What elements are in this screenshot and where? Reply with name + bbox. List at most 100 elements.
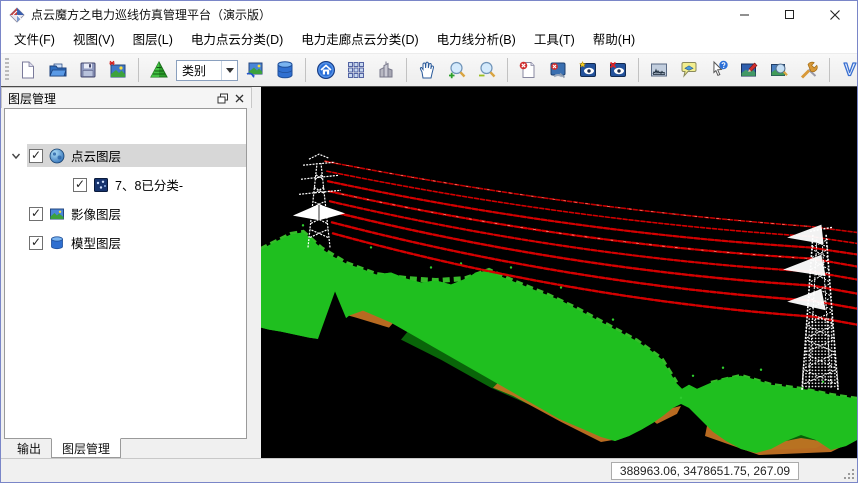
tree-row-pointcloud-layer[interactable]: 点云图层 (5, 141, 246, 170)
wrench-settings-button[interactable] (796, 57, 822, 83)
model-layer-icon (49, 235, 65, 251)
classified-dataset-checkbox[interactable] (73, 178, 87, 192)
float-window-icon (217, 93, 229, 104)
layer-panel-header: 图层管理 (1, 87, 252, 108)
profile-chart-icon (649, 60, 669, 80)
zoom-in-button[interactable] (444, 57, 470, 83)
pan-hand-button[interactable] (414, 57, 440, 83)
tree-row-classified-dataset[interactable]: 7、8已分类- (5, 170, 246, 199)
menu-view[interactable]: 视图(V) (64, 28, 124, 53)
layer-panel-title: 图层管理 (8, 90, 215, 107)
zoom-in-icon (447, 60, 467, 80)
toolbar-separator (406, 58, 407, 82)
tree-row-model-layer[interactable]: 模型图层 (5, 228, 246, 257)
toolbar-separator (507, 58, 508, 82)
search-image-icon (769, 60, 789, 80)
menu-bar: 文件(F) 视图(V) 图层(L) 电力点云分类(D) 电力走廊点云分类(D) … (1, 28, 857, 54)
app-window: 点云魔方之电力巡线仿真管理平台（演示版） 文件(F) 视图(V) 图层(L) 电… (0, 0, 858, 483)
window-controls (722, 1, 857, 28)
home-view-button[interactable] (313, 57, 339, 83)
title-bar: 点云魔方之电力巡线仿真管理平台（演示版） (1, 1, 857, 28)
lidar-pyramid-button[interactable] (146, 57, 172, 83)
tree-row-image-layer[interactable]: 影像图层 (5, 199, 246, 228)
show-layer-button[interactable] (575, 57, 601, 83)
category-dropdown-arrow[interactable] (221, 61, 237, 80)
image-layer-label: 影像图层 (71, 204, 121, 223)
layer-tree: 点云图层 7、8已 (4, 108, 247, 439)
model-layer-checkbox[interactable] (29, 236, 43, 250)
category-dropdown-value: 类别 (177, 62, 221, 79)
classify-tools-icon (548, 60, 568, 80)
main-area: 图层管理 (1, 87, 857, 458)
pointcloud-layer-checkbox[interactable] (29, 149, 43, 163)
pan-hand-icon (417, 60, 437, 80)
database-button[interactable] (272, 57, 298, 83)
classify-tools-button[interactable] (545, 57, 571, 83)
menu-file[interactable]: 文件(F) (5, 28, 64, 53)
edit-image-button[interactable] (736, 57, 762, 83)
viewport-3d[interactable] (261, 87, 857, 458)
new-file-icon (18, 60, 38, 80)
database-icon (275, 60, 295, 80)
remove-page-button[interactable] (515, 57, 541, 83)
v-logo-button[interactable] (837, 57, 858, 83)
profile-chart-button[interactable] (646, 57, 672, 83)
tab-layer-management[interactable]: 图层管理 (51, 438, 121, 458)
pointcloud-scene (261, 87, 857, 458)
image-layer-checkbox[interactable] (29, 207, 43, 221)
expand-chevron-icon[interactable] (5, 150, 27, 162)
panel-float-button[interactable] (215, 90, 231, 106)
maximize-button[interactable] (767, 1, 812, 28)
close-button[interactable] (812, 1, 857, 28)
open-file-icon (48, 60, 68, 80)
lidar-pyramid-icon (149, 60, 169, 80)
toolbar-separator (138, 58, 139, 82)
dock-tabs: 输出 图层管理 (1, 439, 252, 458)
save-button[interactable] (75, 57, 101, 83)
panel-splitter[interactable] (252, 87, 261, 458)
toolbar-grip[interactable] (5, 58, 9, 82)
search-image-button[interactable] (766, 57, 792, 83)
hide-layer-button[interactable] (605, 57, 631, 83)
v-logo-icon (840, 60, 858, 80)
zoom-out-button[interactable] (474, 57, 500, 83)
home-view-icon (316, 60, 336, 80)
close-icon (829, 9, 841, 21)
menu-layer[interactable]: 图层(L) (124, 28, 182, 53)
pointcloud-layer-label: 点云图层 (71, 146, 121, 165)
minimize-button[interactable] (722, 1, 767, 28)
menu-powerline-cloud-classify[interactable]: 电力点云分类(D) (182, 28, 292, 53)
category-dropdown[interactable]: 类别 (176, 60, 238, 81)
point-dataset-icon (93, 177, 109, 193)
model-layer-label: 模型图层 (71, 233, 121, 252)
help-cursor-icon (709, 60, 729, 80)
annotation-bubble-button[interactable] (676, 57, 702, 83)
tab-output[interactable]: 输出 (7, 439, 51, 458)
save-icon (78, 60, 98, 80)
help-cursor-button[interactable] (706, 57, 732, 83)
image-process-button[interactable] (242, 57, 268, 83)
maximize-icon (784, 9, 795, 20)
minimize-icon (739, 9, 750, 20)
menu-corridor-cloud-classify[interactable]: 电力走廊点云分类(D) (292, 28, 427, 53)
hide-layer-icon (608, 60, 628, 80)
toolbar-separator (829, 58, 830, 82)
open-file-button[interactable] (45, 57, 71, 83)
grid-view-button[interactable] (343, 57, 369, 83)
edit-image-icon (739, 60, 759, 80)
export-image-icon (108, 60, 128, 80)
remove-page-icon (518, 60, 538, 80)
export-image-button[interactable] (105, 57, 131, 83)
menu-tools[interactable]: 工具(T) (525, 28, 584, 53)
panel-close-button[interactable] (231, 90, 247, 106)
classified-dataset-label: 7、8已分类- (115, 175, 183, 194)
grid-view-icon (346, 60, 366, 80)
resize-grip-icon[interactable] (842, 467, 855, 480)
building-view-button[interactable] (373, 57, 399, 83)
window-title: 点云魔方之电力巡线仿真管理平台（演示版） (31, 6, 722, 23)
new-file-button[interactable] (15, 57, 41, 83)
menu-powerline-analysis[interactable]: 电力线分析(B) (428, 28, 525, 53)
menu-help[interactable]: 帮助(H) (584, 28, 644, 53)
wrench-settings-icon (799, 60, 819, 80)
toolbar-separator (638, 58, 639, 82)
